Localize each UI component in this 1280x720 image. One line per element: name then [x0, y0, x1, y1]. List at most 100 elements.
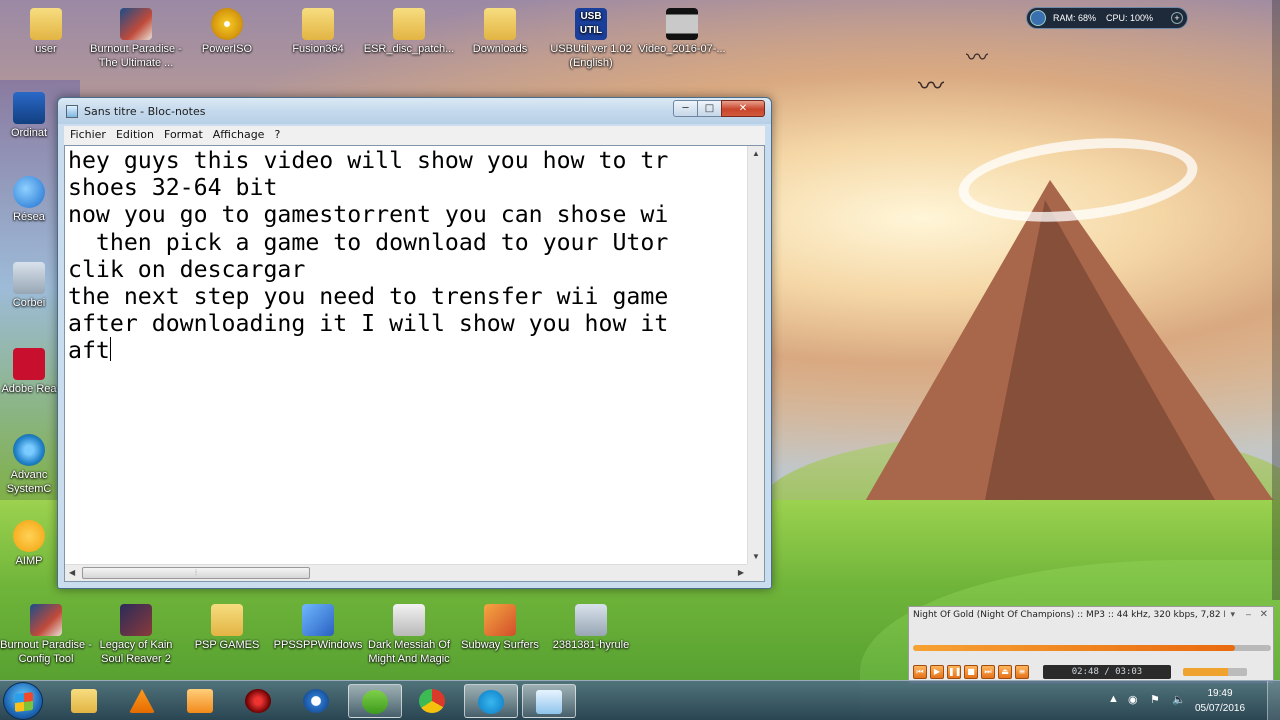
- maximize-button[interactable]: □: [697, 100, 722, 117]
- game-icon: [245, 689, 271, 713]
- desktop-icon-label: Advanc SystemC: [6, 469, 52, 495]
- show-desktop-button[interactable]: [1267, 681, 1280, 720]
- desktop-icon-downloads[interactable]: Downloads: [454, 8, 546, 56]
- horizontal-scrollbar[interactable]: ◀ ⦙ ▶: [65, 564, 748, 581]
- desktop-icon-aimp[interactable]: AIMP: [0, 520, 64, 568]
- start-button[interactable]: [3, 682, 43, 720]
- image-file-icon: [575, 604, 607, 636]
- tray-expand-icon[interactable]: ▲: [1108, 693, 1119, 705]
- scroll-down-icon[interactable]: ▼: [752, 552, 760, 561]
- desktop-icon-label: user: [35, 43, 57, 55]
- menu-edition[interactable]: Edition: [110, 126, 158, 141]
- desktop-icon-label: PowerISO: [201, 43, 253, 55]
- title-bar[interactable]: Sans titre - Bloc-notes ─ □ ✕: [58, 98, 771, 124]
- system-clock[interactable]: 19:49 05/07/2016: [1192, 686, 1248, 716]
- taskbar-skype[interactable]: [464, 684, 518, 718]
- desktop-icon-user[interactable]: user: [0, 8, 92, 56]
- aimp-mini-player[interactable]: Night Of Gold (Night Of Champions) :: MP…: [908, 606, 1274, 684]
- ram-usage: RAM: 68%: [1053, 13, 1097, 23]
- text-line: shoes 32-64 bit: [68, 174, 278, 202]
- player-controls: ⏮ ▶ ❚❚ ■ ⏭ ⏏ ≡ 02:48 / 03:03: [913, 663, 1271, 681]
- clock-date: 05/07/2016: [1194, 703, 1246, 714]
- menu-format[interactable]: Format: [158, 126, 207, 141]
- desktop-icon-label: PSP GAMES: [194, 639, 260, 651]
- desktop-icon-label: AIMP: [15, 555, 43, 567]
- volume-slider[interactable]: [1183, 668, 1247, 676]
- desktop-icon-corbeille[interactable]: Corbei: [0, 262, 64, 310]
- desktop-icon-usbutil[interactable]: USB UTIL USBUtil ver 1.02 (English): [545, 8, 637, 70]
- text-editor[interactable]: hey guys this video will show you how to…: [64, 145, 765, 582]
- volume-icon[interactable]: 🔈: [1172, 693, 1186, 706]
- chrome-icon: [419, 689, 445, 713]
- editor-content[interactable]: hey guys this video will show you how to…: [68, 146, 749, 564]
- menu-fichier[interactable]: Fichier: [64, 126, 110, 141]
- taskbar-media-player[interactable]: [174, 684, 228, 718]
- desktop-icon-label: Legacy of Kain Soul Reaver 2: [99, 639, 173, 665]
- expand-icon[interactable]: +: [1171, 12, 1183, 24]
- next-icon[interactable]: ⏭: [981, 665, 995, 679]
- playback-time: 02:48 / 03:03: [1043, 665, 1171, 679]
- desktop-icon-esr-disc-patch[interactable]: ESR_disc_patch...: [363, 8, 455, 56]
- desktop-icon-label: Subway Surfers: [461, 639, 539, 651]
- screen-edge-strip: [1272, 0, 1280, 600]
- text-caret: [109, 337, 111, 362]
- taskbar-game[interactable]: [232, 684, 286, 718]
- taskbar-chrome[interactable]: [406, 684, 460, 718]
- video-file-icon: [666, 8, 698, 40]
- desktop-icon-legacy-of-kain[interactable]: Legacy of Kain Soul Reaver 2: [90, 604, 182, 666]
- stop-icon[interactable]: ■: [964, 665, 978, 679]
- taskbar-notepad[interactable]: [522, 684, 576, 718]
- text-line: aft: [68, 337, 110, 365]
- taskbar-utorrent[interactable]: [348, 684, 402, 718]
- taskbar-vlc[interactable]: [116, 684, 170, 718]
- notepad-window[interactable]: Sans titre - Bloc-notes ─ □ ✕ Fichier Edi…: [57, 97, 772, 589]
- play-icon[interactable]: ▶: [930, 665, 944, 679]
- playlist-icon[interactable]: ≡: [1015, 665, 1029, 679]
- windows-logo-icon: [15, 692, 33, 712]
- menu-help[interactable]: ?: [268, 126, 284, 141]
- close-button[interactable]: ✕: [721, 100, 765, 117]
- player-menu-icon[interactable]: ▾: [1230, 609, 1235, 620]
- scroll-right-icon[interactable]: ▶: [738, 568, 744, 577]
- minimize-button[interactable]: ─: [673, 100, 698, 117]
- game-icon: [393, 604, 425, 636]
- desktop-icon-ppsspp[interactable]: PPSSPPWindows: [272, 604, 364, 652]
- desktop-icon-subway-surfers[interactable]: Subway Surfers: [454, 604, 546, 652]
- pause-icon[interactable]: ❚❚: [947, 665, 961, 679]
- text-line: now you go to gamestorrent you can shose…: [68, 201, 669, 229]
- scroll-left-icon[interactable]: ◀: [69, 568, 75, 577]
- prev-icon[interactable]: ⏮: [913, 665, 927, 679]
- desktop-icon-advanced-systemcare[interactable]: Advanc SystemC: [0, 434, 64, 496]
- ppsspp-icon: [302, 604, 334, 636]
- disc-icon: [211, 8, 243, 40]
- text-line: clik on descargar: [68, 255, 306, 283]
- desktop-icon-hyrule[interactable]: 2381381-hyrule: [545, 604, 637, 652]
- scroll-thumb[interactable]: ⦙: [82, 567, 310, 579]
- resize-corner[interactable]: [747, 564, 764, 581]
- desktop-icon-poweriso[interactable]: PowerISO: [181, 8, 273, 56]
- open-icon[interactable]: ⏏: [998, 665, 1012, 679]
- player-close-icon[interactable]: ✕: [1260, 609, 1268, 620]
- menu-affichage[interactable]: Affichage: [207, 126, 269, 141]
- track-progress-fill: [913, 645, 1236, 651]
- desktop-icon-reseau[interactable]: Résea: [0, 176, 64, 224]
- player-minimize-icon[interactable]: –: [1246, 609, 1251, 619]
- desktop-icon-fusion364[interactable]: Fusion364: [272, 8, 364, 56]
- desktop-icon-burnout-config[interactable]: Burnout Paradise - Config Tool: [0, 604, 92, 666]
- network-status-icon[interactable]: ⚑: [1150, 693, 1160, 706]
- usb-util-icon: USB UTIL: [575, 8, 607, 40]
- desktop-icon-dark-messiah[interactable]: Dark Messiah Of Might And Magic: [363, 604, 455, 666]
- desktop-icon-adobe-reader[interactable]: Adobe Rea: [0, 348, 64, 396]
- desktop-icon-label: PPSSPPWindows: [273, 639, 363, 651]
- desktop-icon-ordinateur[interactable]: Ordinat: [0, 92, 64, 140]
- desktop-icon-psp-games[interactable]: PSP GAMES: [181, 604, 273, 652]
- vertical-scrollbar[interactable]: ▲ ▼: [747, 146, 764, 564]
- taskbar-explorer[interactable]: [58, 684, 112, 718]
- taskbar-ccleaner[interactable]: [290, 684, 344, 718]
- desktop-icon-burnout-paradise[interactable]: Burnout Paradise - The Ultimate ...: [90, 8, 182, 70]
- tray-app-icon[interactable]: ◉: [1128, 693, 1138, 706]
- desktop-icon-video[interactable]: Video_2016-07-...: [636, 8, 728, 56]
- track-progress-bar[interactable]: [913, 645, 1271, 651]
- scroll-up-icon[interactable]: ▲: [752, 149, 760, 158]
- system-monitor-gadget[interactable]: RAM: 68% CPU: 100% +: [1026, 7, 1188, 29]
